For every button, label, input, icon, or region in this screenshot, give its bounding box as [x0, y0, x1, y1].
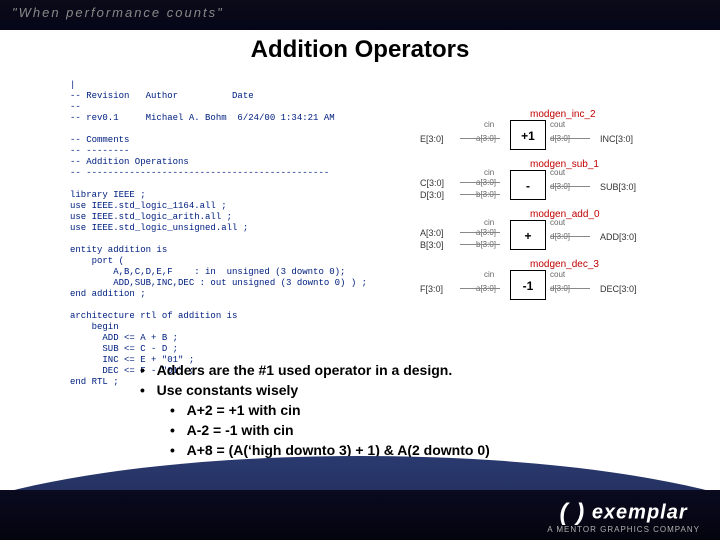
- schematic-area: modgen_inc_2 +1 E[3:0] cin a[3:0] cout d…: [420, 110, 680, 310]
- block-name: modgen_dec_3: [530, 259, 599, 270]
- op-box: -: [510, 170, 546, 200]
- bullet-list: • Adders are the #1 used operator in a d…: [140, 360, 490, 460]
- pin: cin: [484, 218, 494, 227]
- op-box: +1: [510, 120, 546, 150]
- pin: cout: [550, 120, 565, 129]
- block-dec: modgen_dec_3 -1 F[3:0] cin a[3:0] cout d…: [420, 260, 680, 310]
- op-box: +: [510, 220, 546, 250]
- pin: cin: [484, 270, 494, 279]
- block-add: modgen_add_0 + A[3:0] B[3:0] cin a[3:0] …: [420, 210, 680, 260]
- slide-title: Addition Operators: [0, 36, 720, 64]
- pin: cout: [550, 168, 565, 177]
- pin: cout: [550, 218, 565, 227]
- port-right: DEC[3:0]: [600, 284, 637, 294]
- port-left: A[3:0]: [420, 228, 444, 238]
- logo-tagline: A MENTOR GRAPHICS COMPANY: [547, 525, 700, 534]
- logo: ( ) exemplar A MENTOR GRAPHICS COMPANY: [547, 499, 700, 534]
- block-sub: modgen_sub_1 - C[3:0] D[3:0] cin a[3:0] …: [420, 160, 680, 210]
- pin: cin: [484, 120, 494, 129]
- port-left: F[3:0]: [420, 284, 443, 294]
- port-left: C[3:0]: [420, 178, 444, 188]
- pin: cin: [484, 168, 494, 177]
- slide-content: Addition Operators | -- Revision Author …: [0, 30, 720, 490]
- logo-brand: ( ) exemplar: [547, 499, 700, 527]
- port-left: B[3:0]: [420, 240, 444, 250]
- op-box: -1: [510, 270, 546, 300]
- block-name: modgen_inc_2: [530, 109, 596, 120]
- sub-bullet-2: • A-2 = -1 with cin: [170, 420, 490, 440]
- port-right: ADD[3:0]: [600, 232, 637, 242]
- port-left: D[3:0]: [420, 190, 444, 200]
- port-left: E[3:0]: [420, 134, 444, 144]
- port-right: SUB[3:0]: [600, 182, 636, 192]
- sub-bullet-1: • A+2 = +1 with cin: [170, 400, 490, 420]
- vhdl-code: | -- Revision Author Date -- -- rev0.1 M…: [70, 80, 410, 388]
- bullet-1: • Adders are the #1 used operator in a d…: [140, 360, 490, 380]
- top-tagline: "When performance counts": [0, 0, 720, 30]
- port-right: INC[3:0]: [600, 134, 633, 144]
- pin: cout: [550, 270, 565, 279]
- block-inc: modgen_inc_2 +1 E[3:0] cin a[3:0] cout d…: [420, 110, 680, 160]
- bullet-2: • Use constants wisely: [140, 380, 490, 400]
